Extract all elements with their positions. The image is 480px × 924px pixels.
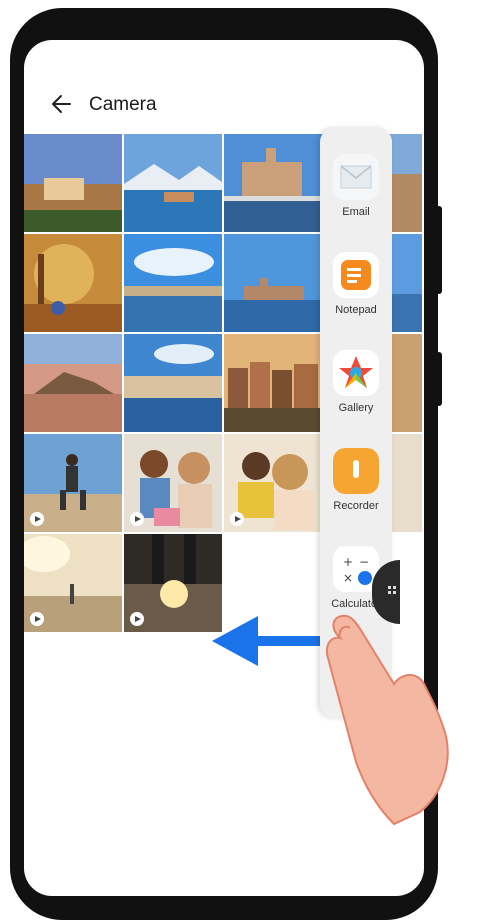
- hand-gesture-icon: [326, 614, 449, 826]
- dock-app-gallery[interactable]: Gallery: [330, 350, 382, 414]
- volume-button: [436, 206, 442, 294]
- page-title: Camera: [89, 94, 157, 115]
- svg-text:+: +: [343, 555, 353, 569]
- video-tile[interactable]: [124, 534, 222, 632]
- dock-app-email[interactable]: Email: [330, 154, 382, 218]
- video-tile[interactable]: [224, 434, 322, 532]
- photo-tile[interactable]: [224, 334, 322, 432]
- dock-app-notepad[interactable]: Notepad: [330, 252, 382, 316]
- dock-app-label: Gallery: [338, 402, 374, 414]
- photo-tile[interactable]: [124, 134, 222, 232]
- photo-tile[interactable]: [24, 134, 122, 232]
- photo-tile[interactable]: [24, 234, 122, 332]
- recorder-icon: [333, 448, 379, 494]
- play-icon: [130, 612, 144, 626]
- svg-text:−: −: [359, 555, 369, 569]
- photo-tile[interactable]: [224, 134, 322, 232]
- notepad-icon: [333, 252, 379, 298]
- photo-tile[interactable]: [24, 334, 122, 432]
- email-icon: [333, 154, 379, 200]
- dock-app-label: Email: [342, 206, 370, 218]
- dock-app-label: Notepad: [335, 304, 377, 316]
- video-tile[interactable]: [124, 434, 222, 532]
- dock-app-label: Recorder: [333, 500, 379, 512]
- play-icon: [130, 512, 144, 526]
- play-icon: [30, 612, 44, 626]
- photo-tile[interactable]: [124, 334, 222, 432]
- svg-text:×: ×: [343, 571, 353, 585]
- photo-tile[interactable]: [124, 234, 222, 332]
- video-tile[interactable]: [24, 534, 122, 632]
- top-bar: Camera: [24, 86, 424, 122]
- photo-tile[interactable]: [224, 234, 322, 332]
- back-arrow-icon[interactable]: [48, 90, 76, 118]
- dock-app-recorder[interactable]: Recorder: [330, 448, 382, 512]
- video-tile[interactable]: [24, 434, 122, 532]
- play-icon: [30, 512, 44, 526]
- gallery-icon: [333, 350, 379, 396]
- play-icon: [230, 512, 244, 526]
- power-button: [436, 352, 442, 406]
